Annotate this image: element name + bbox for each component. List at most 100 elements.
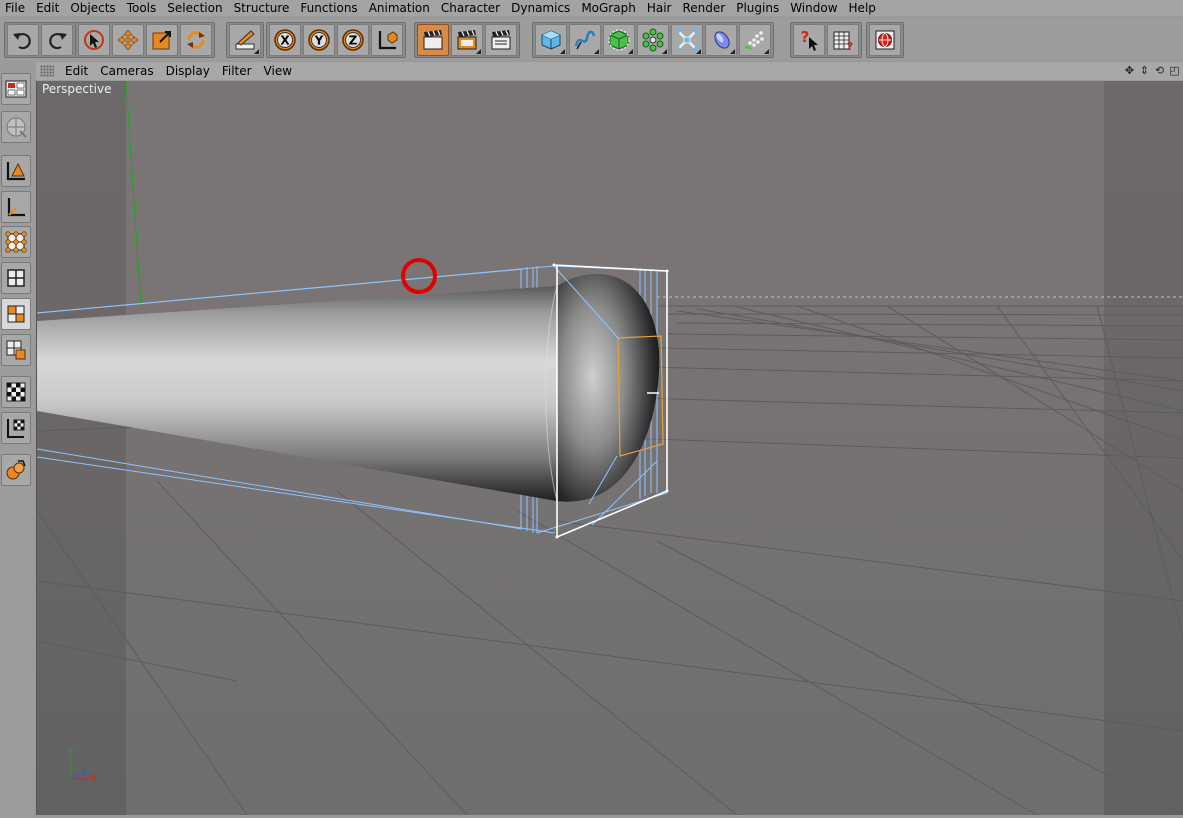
- menu-plugins[interactable]: Plugins: [731, 1, 785, 15]
- move-button[interactable]: [112, 24, 144, 56]
- coordinate-system-button[interactable]: [371, 24, 403, 56]
- menu-objects[interactable]: Objects: [65, 1, 121, 15]
- z-axis-lock-icon: Z: [342, 29, 364, 51]
- viewport-menu-filter[interactable]: Filter: [217, 64, 259, 78]
- redo-button[interactable]: [41, 24, 73, 56]
- render-view-button[interactable]: [417, 24, 449, 56]
- texture-axis-button[interactable]: [1, 412, 31, 444]
- scale-icon: [152, 31, 171, 50]
- submenu-indicator: [594, 49, 599, 54]
- svg-text:Y: Y: [314, 34, 324, 48]
- main-toolbar: X Y Z ? ?: [0, 19, 1183, 61]
- camera-label[interactable]: Perspective: [39, 82, 115, 97]
- orbit-icon[interactable]: ⟲: [1153, 64, 1166, 77]
- menu-bar: File Edit Objects Tools Selection Struct…: [0, 0, 1183, 16]
- safe-frame-left: [37, 81, 126, 815]
- x-axis-lock-icon: X: [274, 29, 296, 51]
- menu-file[interactable]: File: [0, 1, 31, 15]
- checker-button[interactable]: [1, 376, 31, 408]
- rotate-icon: [187, 31, 205, 49]
- z-axis-label: Z: [81, 768, 88, 779]
- menu-animation[interactable]: Animation: [364, 1, 436, 15]
- recent-tools-button[interactable]: [229, 24, 261, 56]
- y-axis-label: Y: [67, 748, 74, 759]
- menu-character[interactable]: Character: [436, 1, 506, 15]
- z-axis-lock-button[interactable]: Z: [337, 24, 369, 56]
- scale-button[interactable]: [146, 24, 178, 56]
- viewport-menu-edit[interactable]: Edit: [60, 64, 95, 78]
- deformer-button[interactable]: [671, 24, 703, 56]
- axis-indicator: Y X Z: [61, 747, 105, 791]
- render-group: [414, 22, 520, 58]
- y-axis-lock-button[interactable]: Y: [303, 24, 335, 56]
- edges-mode-button[interactable]: [1, 262, 31, 294]
- array-button[interactable]: [637, 24, 669, 56]
- toggle-views-icon[interactable]: ◰: [1168, 64, 1181, 77]
- particles-button[interactable]: [739, 24, 771, 56]
- checker-icon: [6, 382, 26, 402]
- live-selection-button[interactable]: [78, 24, 110, 56]
- viewport-menu-cameras[interactable]: Cameras: [95, 64, 160, 78]
- internet-group: [866, 22, 904, 58]
- scene-button[interactable]: [705, 24, 737, 56]
- uvw-mode-icon: [6, 340, 26, 360]
- pan-icon[interactable]: ✥: [1123, 64, 1136, 77]
- render-picture-viewer-button[interactable]: [451, 24, 483, 56]
- drag-grip-icon[interactable]: [40, 65, 54, 77]
- menu-window[interactable]: Window: [785, 1, 843, 15]
- render-settings-button[interactable]: [485, 24, 517, 56]
- left-mode-palette: [0, 71, 34, 818]
- menu-hair[interactable]: Hair: [642, 1, 678, 15]
- layout-icon: [5, 80, 27, 98]
- sculpt-icon: [6, 460, 26, 480]
- zoom-icon[interactable]: ⇕: [1138, 64, 1151, 77]
- nurbs-button[interactable]: [603, 24, 635, 56]
- submenu-indicator: [628, 49, 633, 54]
- axis-mode-icon: [7, 198, 25, 217]
- polygons-mode-button[interactable]: [1, 298, 31, 330]
- y-axis-lock-icon: Y: [308, 29, 330, 51]
- submenu-indicator: [730, 49, 735, 54]
- redo-icon: [49, 32, 67, 50]
- submenu-indicator: [560, 49, 565, 54]
- svg-text:?: ?: [801, 28, 810, 46]
- cube-primitive-button[interactable]: [535, 24, 567, 56]
- menu-mograph[interactable]: MoGraph: [576, 1, 642, 15]
- content-browser-icon: ?: [833, 31, 853, 52]
- axis-lock-group: X Y Z: [266, 22, 406, 58]
- layout-button[interactable]: [1, 73, 31, 105]
- menu-selection[interactable]: Selection: [162, 1, 228, 15]
- uvw-mode-button[interactable]: [1, 334, 31, 366]
- undo-button[interactable]: [7, 24, 39, 56]
- viewport-menu-bar: Edit Cameras Display Filter View ✥ ⇕ ⟲ ◰: [36, 62, 1183, 80]
- help-pointer-icon: ?: [801, 28, 818, 51]
- points-mode-button[interactable]: [1, 226, 31, 258]
- perspective-viewport[interactable]: Perspective Y X Z: [36, 81, 1183, 815]
- axis-mode-button[interactable]: [1, 191, 31, 223]
- viewport-menu-display[interactable]: Display: [161, 64, 217, 78]
- render-settings-icon: [491, 30, 511, 50]
- texture-mode-button[interactable]: [1, 111, 31, 143]
- spline-button[interactable]: [569, 24, 601, 56]
- help-pointer-button[interactable]: ?: [793, 24, 825, 56]
- object-mode-button[interactable]: [1, 155, 31, 187]
- object-mode-icon: [6, 162, 25, 181]
- x-axis-lock-button[interactable]: X: [269, 24, 301, 56]
- svg-text:Z: Z: [349, 34, 358, 48]
- rotate-button[interactable]: [180, 24, 212, 56]
- texture-mode-icon: [6, 117, 27, 138]
- sculpt-button[interactable]: [1, 454, 31, 486]
- menu-render[interactable]: Render: [677, 1, 731, 15]
- viewport-menu-view[interactable]: View: [259, 64, 299, 78]
- menu-tools[interactable]: Tools: [122, 1, 163, 15]
- content-browser-button[interactable]: ?: [827, 24, 859, 56]
- menu-edit[interactable]: Edit: [31, 1, 65, 15]
- coordinate-system-icon: [378, 31, 398, 50]
- internet-button[interactable]: [869, 24, 901, 56]
- submenu-indicator: [476, 49, 481, 54]
- menu-structure[interactable]: Structure: [229, 1, 296, 15]
- menu-functions[interactable]: Functions: [295, 1, 363, 15]
- edges-mode-icon: [7, 269, 25, 287]
- menu-help[interactable]: Help: [844, 1, 882, 15]
- menu-dynamics[interactable]: Dynamics: [506, 1, 576, 15]
